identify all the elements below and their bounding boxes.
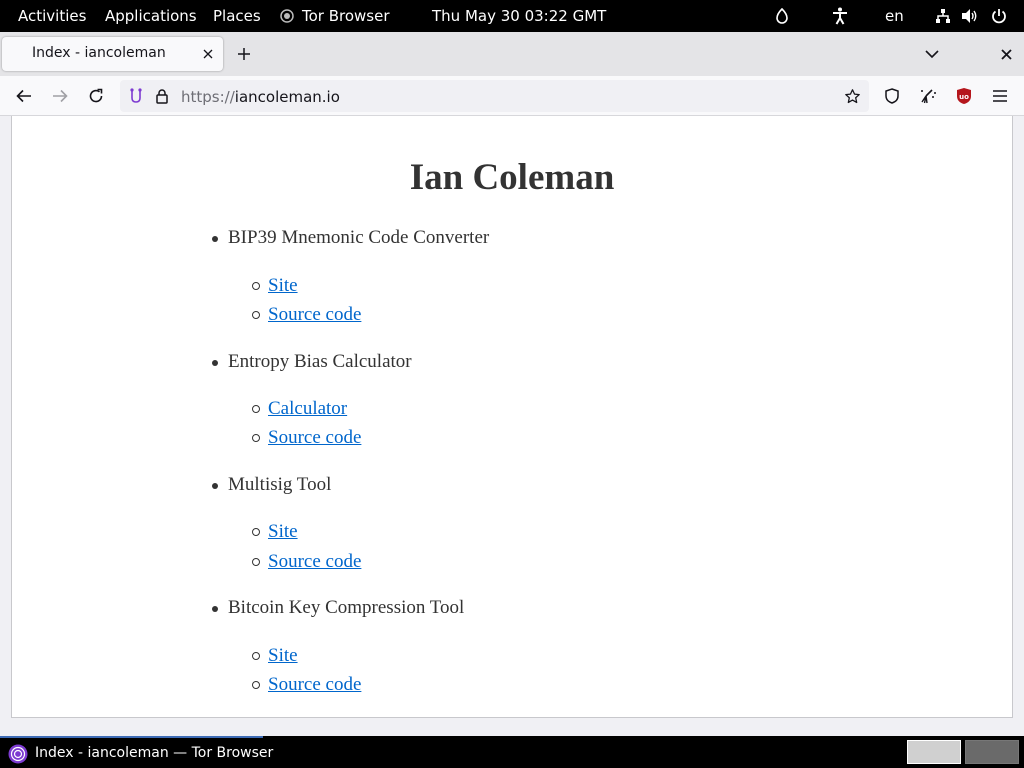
sub-list-bullet [252,434,260,442]
url-protocol: https:// [181,88,235,106]
svg-text:uo: uo [959,93,969,101]
sub-list-bullet [252,311,260,319]
network-icon[interactable] [933,0,953,32]
list-bullet [212,606,218,612]
tor-browser-icon [279,0,295,32]
tor-browser-app-icon [8,744,28,764]
back-arrow-icon[interactable] [9,76,39,116]
workspace-1[interactable] [907,740,961,764]
list-bullet [212,236,218,242]
bip39-site-link[interactable]: Site [268,275,298,297]
security-shield-icon[interactable] [877,76,907,116]
workspace-2[interactable] [965,740,1019,764]
key-compression-source-code-link[interactable]: Source code [268,674,361,696]
padlock-icon[interactable] [153,87,171,105]
forward-arrow-icon[interactable] [45,76,75,116]
entropy-source-code-link[interactable]: Source code [268,427,361,449]
applications-menu[interactable]: Applications [105,0,197,32]
content-area: Ian Coleman BIP39 Mnemonic Code Converte… [0,116,1024,736]
sub-list-bullet [252,558,260,566]
entropy-calculator-link[interactable]: Calculator [268,398,347,420]
section-title-bip39: BIP39 Mnemonic Code Converter [228,227,490,248]
list-bullet [212,483,218,489]
close-window-icon[interactable] [996,44,1016,64]
places-menu[interactable]: Places [213,0,261,32]
volume-icon[interactable] [960,0,980,32]
tor-onion-indicator-icon[interactable] [773,0,791,32]
window-list-taskbar: Index - iancoleman — Tor Browser [0,736,1024,768]
hamburger-menu-icon[interactable] [985,76,1015,116]
sub-list-bullet [252,681,260,689]
navigation-toolbar: https://iancoleman.io uo [0,76,1024,116]
web-page: Ian Coleman BIP39 Mnemonic Code Converte… [11,116,1013,718]
multisig-site-link[interactable]: Site [268,521,298,543]
url-bar[interactable]: https://iancoleman.io [120,80,869,112]
ublock-origin-icon[interactable]: uo [949,76,979,116]
close-tab-icon[interactable] [198,44,218,64]
sub-list-bullet [252,282,260,290]
tor-circuit-icon[interactable] [127,87,145,105]
power-icon[interactable] [989,0,1009,32]
sub-list-bullet [252,652,260,660]
keyboard-language-indicator[interactable]: en [885,0,904,32]
accessibility-icon[interactable] [830,0,850,32]
tab-title: Index - iancoleman [32,45,166,61]
list-all-tabs-chevron-down-icon[interactable] [922,44,942,64]
url-text[interactable]: https://iancoleman.io [181,88,340,106]
section-title-multisig: Multisig Tool [228,474,332,495]
tab-index-iancoleman[interactable]: Index - iancoleman [2,37,223,71]
sub-list-bullet [252,405,260,413]
bip39-source-code-link[interactable]: Source code [268,304,361,326]
bookmark-star-icon[interactable] [843,87,861,105]
list-bullet [212,360,218,366]
key-compression-site-link[interactable]: Site [268,645,298,667]
active-app-menu[interactable]: Tor Browser [302,0,390,32]
url-host: iancoleman.io [234,88,340,106]
new-identity-broom-icon[interactable] [913,76,943,116]
page-title: Ian Coleman [409,157,615,198]
system-top-bar: Activities Applications Places Tor Brows… [0,0,1024,32]
section-title-entropy: Entropy Bias Calculator [228,351,412,372]
clock[interactable]: Thu May 30 03:22 GMT [432,0,606,32]
taskbar-window-button[interactable]: Index - iancoleman — Tor Browser [0,736,273,768]
sub-list-bullet [252,528,260,536]
section-title-key-compression: Bitcoin Key Compression Tool [228,597,465,618]
reload-icon[interactable] [81,76,111,116]
activities-button[interactable]: Activities [18,0,86,32]
taskbar-window-title: Index - iancoleman — Tor Browser [35,745,274,761]
multisig-source-code-link[interactable]: Source code [268,551,361,573]
new-tab-icon[interactable] [234,44,254,64]
